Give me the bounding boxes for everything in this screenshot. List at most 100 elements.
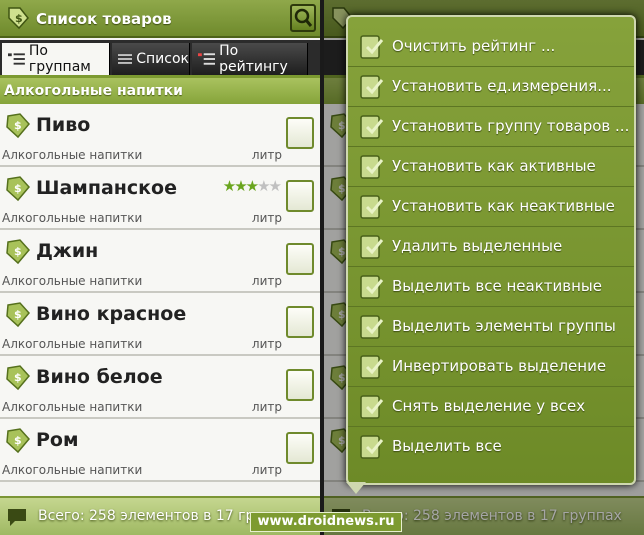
item-name: Пиво — [36, 114, 91, 136]
list-item[interactable]: $ Шампанское Алкогольные напитки литр ★★★★★ — [0, 167, 320, 230]
star-icon: ★ — [222, 177, 237, 195]
chat-icon — [8, 509, 26, 526]
item-unit: литр — [251, 337, 282, 351]
page-title: Список товаров — [36, 10, 172, 28]
svg-text:$: $ — [14, 371, 22, 384]
menu-pointer — [346, 482, 366, 494]
item-checkbox[interactable] — [286, 243, 314, 275]
menu-item-label: Удалить выделенные — [392, 237, 563, 255]
deselect-all-icon — [360, 395, 384, 419]
star-icon: ★ — [257, 177, 271, 195]
title-bar: $ Список товаров — [0, 0, 320, 38]
menu-item[interactable]: Установить как неактивные — [348, 187, 634, 227]
set-unit-icon — [360, 75, 384, 99]
tab-bar: По группам Список По рейтингу — [0, 40, 320, 77]
context-menu-screen: $ $ $ $ $ $ Всего: 258 элементов в 17 группах… — [324, 0, 644, 535]
select-all-icon — [360, 435, 384, 459]
price-tag-icon: $ — [6, 365, 30, 391]
menu-item[interactable]: Выделить все — [348, 427, 634, 467]
select-group-icon — [360, 315, 384, 339]
menu-item-label: Выделить все неактивные — [392, 277, 602, 295]
list-item[interactable]: $ Ром Алкогольные напитки литр — [0, 419, 320, 482]
set-active-icon — [360, 155, 384, 179]
item-name: Вино красное — [36, 303, 187, 325]
list-item[interactable]: $ Вино красное Алкогольные напитки литр — [0, 293, 320, 356]
menu-item-label: Установить как активные — [392, 157, 596, 175]
price-tag-icon: $ — [6, 176, 30, 202]
item-unit: литр — [251, 148, 282, 162]
menu-item[interactable]: Выделить все неактивные — [348, 267, 634, 307]
list-icon — [8, 53, 25, 65]
tab-by-groups[interactable]: По группам — [2, 43, 110, 75]
search-icon — [294, 8, 313, 27]
svg-text:$: $ — [14, 119, 22, 132]
item-name: Вино белое — [36, 366, 163, 388]
item-group: Алкогольные напитки — [2, 463, 143, 477]
price-tag-icon: $ — [6, 428, 30, 454]
item-name: Джин — [36, 240, 99, 262]
tab-by-rating[interactable]: По рейтингу — [192, 43, 308, 75]
menu-item-label: Инвертировать выделение — [392, 357, 607, 375]
menu-item-label: Выделить элементы группы — [392, 317, 616, 335]
item-name: Ром — [36, 429, 79, 451]
item-group: Алкогольные напитки — [2, 337, 143, 351]
menu-item[interactable]: Выделить элементы группы — [348, 307, 634, 347]
tab-label: По рейтингу — [219, 43, 288, 75]
list-item[interactable]: $ Джин Алкогольные напитки литр — [0, 230, 320, 293]
price-tag-icon: $ — [6, 239, 30, 265]
menu-item[interactable]: Инвертировать выделение — [348, 347, 634, 387]
menu-item-label: Установить ед.измерения... — [392, 77, 612, 95]
price-tag-icon: $ — [6, 113, 30, 139]
menu-item[interactable]: Очистить рейтинг ... — [348, 27, 634, 67]
list-item[interactable]: $ Вино белое Алкогольные напитки литр — [0, 356, 320, 419]
star-icon: ★ — [245, 177, 260, 195]
svg-text:$: $ — [14, 434, 22, 447]
context-menu: Очистить рейтинг ... Установить ед.измере… — [346, 15, 636, 485]
item-group: Алкогольные напитки — [2, 400, 143, 414]
svg-text:$: $ — [14, 245, 22, 258]
item-name: Шампанское — [36, 177, 177, 199]
menu-item[interactable]: Удалить выделенные — [348, 227, 634, 267]
group-header[interactable]: Алкогольные напитки — [0, 78, 320, 104]
select-inactive-icon — [360, 275, 384, 299]
item-checkbox[interactable] — [286, 117, 314, 149]
product-list-screen: $ Список товаров По группам Список По ре… — [0, 0, 320, 535]
item-checkbox[interactable] — [286, 432, 314, 464]
svg-text:$: $ — [14, 182, 22, 195]
menu-item-label: Установить как неактивные — [392, 197, 615, 215]
item-unit: литр — [251, 400, 282, 414]
item-group: Алкогольные напитки — [2, 211, 143, 225]
svg-text:$: $ — [14, 308, 22, 321]
star-icon: ★ — [234, 177, 248, 195]
clear-rating-icon — [360, 35, 384, 59]
item-group: Алкогольные напитки — [2, 148, 143, 162]
item-group: Алкогольные напитки — [2, 274, 143, 288]
tab-list[interactable]: Список — [112, 43, 190, 75]
list-item[interactable]: $ Пиво Алкогольные напитки литр — [0, 104, 320, 167]
item-checkbox[interactable] — [286, 306, 314, 338]
menu-item-label: Очистить рейтинг ... — [392, 37, 556, 55]
item-unit: литр — [251, 211, 282, 225]
menu-item-label: Установить группу товаров ... — [392, 117, 630, 135]
menu-item[interactable]: Установить как активные — [348, 147, 634, 187]
invert-selection-icon — [360, 355, 384, 379]
item-checkbox[interactable] — [286, 369, 314, 401]
set-group-icon — [360, 115, 384, 139]
price-tag-icon: $ — [8, 7, 29, 30]
search-button[interactable] — [290, 4, 316, 32]
set-inactive-icon — [360, 195, 384, 219]
star-icon: ★ — [268, 177, 283, 195]
watermark: www.droidnews.ru — [250, 512, 402, 532]
item-unit: литр — [251, 463, 282, 477]
delete-icon — [360, 235, 384, 259]
rating-stars: ★★★★★ — [222, 177, 283, 195]
menu-item[interactable]: Установить группу товаров ... — [348, 107, 634, 147]
list-icon — [118, 54, 133, 64]
item-unit: литр — [251, 274, 282, 288]
menu-item[interactable]: Снять выделение у всех — [348, 387, 634, 427]
tab-label: По группам — [28, 43, 91, 75]
menu-item[interactable]: Установить ед.измерения... — [348, 67, 634, 107]
svg-text:$: $ — [15, 12, 23, 25]
price-tag-icon: $ — [6, 302, 30, 328]
item-checkbox[interactable] — [286, 180, 314, 212]
